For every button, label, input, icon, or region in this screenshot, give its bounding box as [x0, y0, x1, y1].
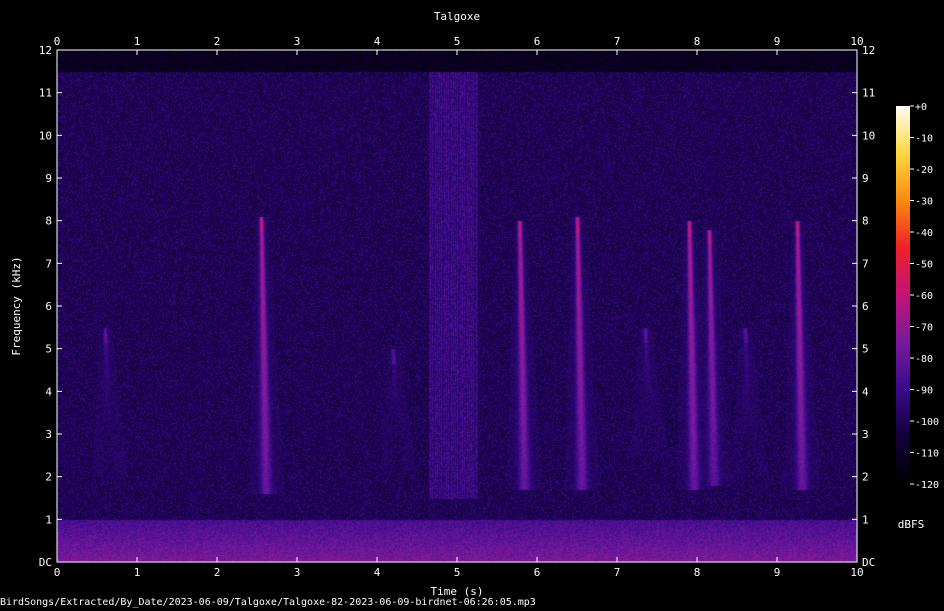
x-tick-label-bottom: 2 [214, 566, 221, 579]
y-tick-label-left: 11 [39, 87, 52, 100]
y-tick-label-left: 9 [45, 172, 52, 185]
x-tick-label-top: 5 [454, 35, 461, 48]
x-tick-label-top: 6 [534, 35, 541, 48]
x-tick-label-bottom: 7 [614, 566, 621, 579]
x-tick-label-bottom: 5 [454, 566, 461, 579]
x-tick-label-bottom: 1 [134, 566, 141, 579]
colorbar-tick-label: -120 [915, 480, 939, 491]
y-tick-label-right: 1 [862, 513, 869, 526]
x-tick-label-bottom: 4 [374, 566, 381, 579]
colorbar-tick-label: -20 [915, 165, 933, 176]
colorbar-tick-label: -70 [915, 323, 933, 334]
x-tick-label-top: 1 [134, 35, 141, 48]
spectrogram-figure: Talgoxe 001122334455667788991010DC DC1 12 2… [10, 10, 939, 598]
colorbar-tick-label: -100 [915, 417, 939, 428]
y-tick-label-left: 12 [39, 44, 52, 57]
x-tick-label-bottom: 3 [294, 566, 301, 579]
x-tick-label-bottom: 0 [54, 566, 61, 579]
y-tick-label-right: 3 [862, 428, 869, 441]
file-path-caption: BirdSongs/Extracted/By_Date/2023-06-09/T… [0, 597, 536, 608]
colorbar-label: dBFS [898, 518, 925, 531]
colorbar-tick-label: -60 [915, 291, 933, 302]
y-tick-label-left: DC [39, 556, 52, 569]
y-tick-label-right: DC [862, 556, 875, 569]
x-tick-label-top: 9 [774, 35, 781, 48]
y-tick-label-left: 8 [45, 215, 52, 228]
x-tick-label-top: 3 [294, 35, 301, 48]
x-tick-label-bottom: 6 [534, 566, 541, 579]
colorbar-tick-label: -110 [915, 449, 939, 460]
y-tick-label-right: 8 [862, 215, 869, 228]
y-tick-label-left: 5 [45, 343, 52, 356]
x-tick-label-top: 4 [374, 35, 381, 48]
x-tick-label-top: 8 [694, 35, 701, 48]
colorbar-tick-label: -30 [915, 197, 933, 208]
y-tick-label-right: 10 [862, 129, 875, 142]
y-tick-label-left: 7 [45, 257, 52, 270]
x-tick-label-bottom: 9 [774, 566, 781, 579]
y-tick-label-right: 5 [862, 343, 869, 356]
y-tick-label-right: 7 [862, 257, 869, 270]
y-tick-label-left: 1 [45, 513, 52, 526]
x-tick-label-top: 7 [614, 35, 621, 48]
y-tick-label-left: 2 [45, 471, 52, 484]
y-tick-label-right: 11 [862, 87, 875, 100]
colorbar-ticks: +0 -10 -20 -30 -40 -50 -60 -70 -80 -90 -100 -110 -12… [910, 102, 939, 491]
colorbar-tick-label: -90 [915, 386, 933, 397]
y-tick-label-left: 3 [45, 428, 52, 441]
y-tick-label-right: 4 [862, 385, 869, 398]
colorbar-tick-label: -80 [915, 354, 933, 365]
y-tick-label-left: 10 [39, 129, 52, 142]
colorbar-tick-label: -40 [915, 228, 933, 239]
y-tick-label-right: 6 [862, 300, 869, 313]
x-tick-label-top: 2 [214, 35, 221, 48]
colorbar-tick-label: -50 [915, 260, 933, 271]
colorbar-tick-label: +0 [915, 102, 927, 113]
chart-title: Talgoxe [434, 10, 480, 23]
y-tick-label-right: 9 [862, 172, 869, 185]
y-tick-label-left: 4 [45, 385, 52, 398]
y-axis-label: Frequency (kHz) [10, 256, 23, 355]
colorbar [896, 106, 910, 484]
y-tick-label-right: 2 [862, 471, 869, 484]
y-tick-label-left: 6 [45, 300, 52, 313]
colorbar-tick-label: -10 [915, 134, 933, 145]
y-tick-label-right: 12 [862, 44, 875, 57]
spectrogram-plot-area [57, 50, 857, 562]
x-tick-label-top: 0 [54, 35, 61, 48]
x-tick-label-bottom: 8 [694, 566, 701, 579]
